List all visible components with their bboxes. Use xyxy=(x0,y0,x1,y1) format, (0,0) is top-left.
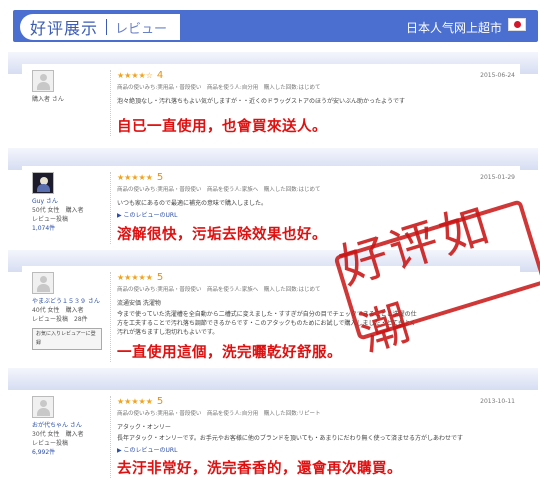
reviewer-name[interactable]: おが代ちゃん さん xyxy=(32,421,112,430)
review-date: 2013-10-11 xyxy=(480,398,515,405)
avatar xyxy=(32,70,54,92)
rating-number: 5 xyxy=(156,396,164,407)
review-body: 泡々絶頂なし・汚れ落ちもよい気がしますが・・近くのドラッグストアのほうが安いぶん… xyxy=(117,98,406,105)
reviewer-name: 購入者 さん xyxy=(32,96,64,103)
reviewer-detail: レビュー投稿 28件 xyxy=(32,316,88,323)
avatar xyxy=(32,396,54,418)
reviewer-info: 購入者 さん xyxy=(32,70,112,104)
reviewer-detail: レビュー投稿 xyxy=(32,440,69,447)
favorite-reviewer-button[interactable]: お気に入りレビュアーに登録 xyxy=(32,328,102,350)
page-header: 好评展示 レビュー 日本人气网上超市 xyxy=(0,0,540,52)
review-meta: 商品の使いみち:実用品・普段使い 商品を使う人:自分用 購入した回数:はじめて xyxy=(117,85,321,91)
shop-name: 日本人气网上超市 xyxy=(405,21,502,35)
review-content: ★★★★★ 5 2013-10-11 商品の使いみち:実用品・普段使い 商品を使う… xyxy=(110,396,515,478)
review-content: ★★★★☆ 4 2015-06-24 商品の使いみち:実用品・普段使い 商品を使う… xyxy=(110,70,515,136)
review-meta: 商品の使いみち:実用品・普段使い 商品を使う人:自分用 購入した回数:リピート xyxy=(117,411,321,417)
rating-number: 4 xyxy=(156,70,164,81)
star-icons: ★★★★★ xyxy=(117,397,153,406)
reviewer-name[interactable]: やまぶどう１５３９ さん xyxy=(32,297,112,306)
star-rating: ★★★★☆ 4 xyxy=(117,70,515,81)
star-icons: ★★★★★ xyxy=(117,173,153,182)
review-date: 2015-06-24 xyxy=(480,72,515,79)
review-card: 購入者 さん ★★★★☆ 4 2015-06-24 商品の使いみち:実用品・普段使… xyxy=(22,64,520,146)
review-caption: 自已一直使用，也會買來送人。 xyxy=(117,119,327,135)
star-rating: ★★★★★ 5 xyxy=(117,396,515,407)
star-rating: ★★★★★ 5 xyxy=(117,172,515,183)
reviewer-detail: 40代 女性 購入者 xyxy=(32,307,84,314)
reviewer-detail: 1,074件 xyxy=(32,225,56,232)
reviewer-name[interactable]: Guy さん xyxy=(32,197,112,206)
rating-number: 5 xyxy=(156,272,164,283)
reviewer-detail: 30代 女性 購入者 xyxy=(32,431,84,438)
review-url-link[interactable]: ▶ このレビューのURL xyxy=(117,445,515,454)
star-icons: ★★★★☆ xyxy=(117,71,153,80)
reviewer-detail: 50代 女性 購入者 xyxy=(32,207,84,214)
praise-stamp: 好评如潮 xyxy=(333,196,540,363)
review-body: 長年アタック・オンリーです。お手元やお客様に他のブランドを頂いても・あまりにだわ… xyxy=(117,435,463,442)
header-title: 好评展示 xyxy=(30,19,99,38)
avatar xyxy=(32,172,54,194)
rating-number: 5 xyxy=(156,172,164,183)
review-caption: 去汙非常好，洗完香香的，還會再次購買。 xyxy=(117,461,402,477)
avatar xyxy=(32,272,54,294)
header-divider xyxy=(106,19,108,35)
reviewer-info: やまぶどう１５３９ さん 40代 女性 購入者 レビュー投稿 28件 お気に入り… xyxy=(32,272,112,350)
header-subtitle: レビュー xyxy=(115,21,168,37)
review-card: おが代ちゃん さん 30代 女性 購入者 レビュー投稿 6,992件 ★★★★★… xyxy=(22,390,520,478)
japan-flag-icon xyxy=(508,18,526,31)
reviewer-detail: レビュー投稿 xyxy=(32,216,69,223)
reviewer-info: おが代ちゃん さん 30代 女性 購入者 レビュー投稿 6,992件 xyxy=(32,396,112,457)
review-title: アタック・オンリー xyxy=(117,424,171,431)
review-caption: 一直使用這個，洗完曬乾好舒服。 xyxy=(117,345,342,361)
reviewer-detail: 6,992件 xyxy=(32,449,56,456)
card-divider xyxy=(8,368,538,390)
reviewer-info: Guy さん 50代 女性 購入者 レビュー投稿 1,074件 xyxy=(32,172,112,233)
star-icons: ★★★★★ xyxy=(117,273,153,282)
header-tab: 好评展示 レビュー xyxy=(20,14,180,40)
